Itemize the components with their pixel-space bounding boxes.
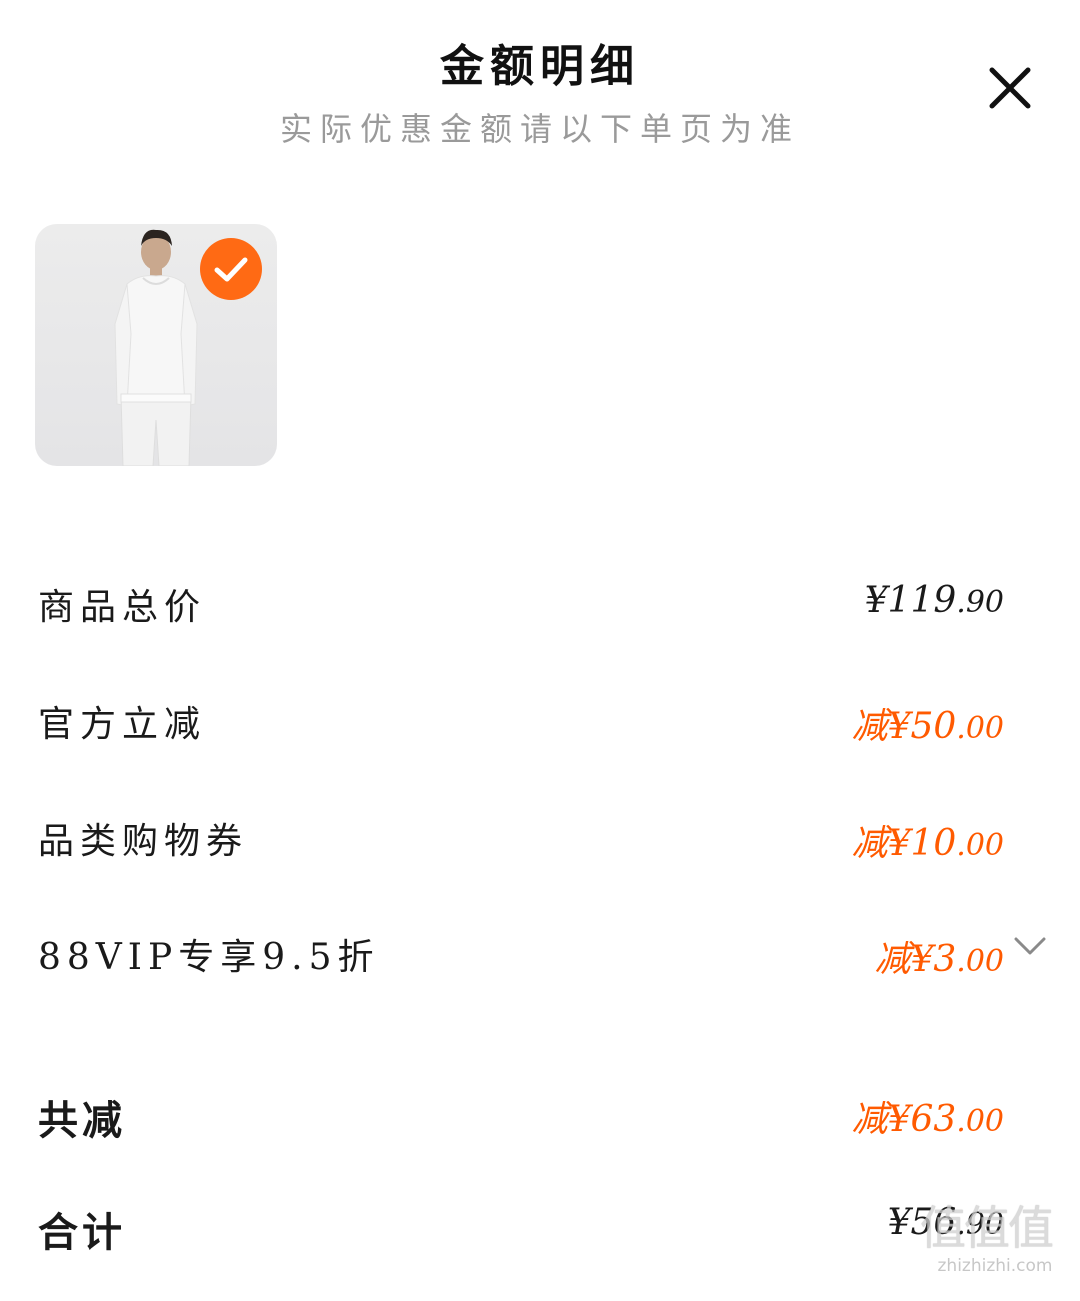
amount-cents: .90 <box>956 585 1004 620</box>
row-label: 官方立减 <box>38 704 207 745</box>
discount-prefix: 减 <box>851 706 888 747</box>
price-row-88vip[interactable]: 88VIP专享9.5折 减¥3.00 <box>0 928 1080 988</box>
price-row-subtotal: 商品总价 ¥119.90 <box>0 578 1080 638</box>
watermark-logo: 值值值 <box>920 1201 1054 1255</box>
amount-cents: .00 <box>956 711 1004 746</box>
row-label: 商品总价 <box>38 587 207 628</box>
page-title: 金额明细 <box>440 41 640 92</box>
page-subtitle: 实际优惠金额请以下单页为准 <box>279 110 800 148</box>
amount-main: ¥63 <box>887 1099 957 1140</box>
row-amount: 减¥10.00 <box>852 814 1004 866</box>
close-button[interactable] <box>984 62 1036 114</box>
summary-label: 共减 <box>38 1097 126 1144</box>
selected-check-badge[interactable] <box>200 238 262 300</box>
price-row-category-coupon: 品类购物券 减¥10.00 <box>0 812 1080 872</box>
summary-total: 合计 ¥56.90 <box>0 1200 1080 1260</box>
row-label: 88VIP专享9.5折 <box>38 937 380 978</box>
amount-cents: .00 <box>956 944 1004 979</box>
summary-total-discount: 共减 减¥63.00 <box>0 1088 1080 1148</box>
discount-prefix: 减 <box>851 823 888 864</box>
watermark-site: zhizhizhi.com <box>937 1256 1053 1276</box>
row-amount: 减¥50.00 <box>852 697 1004 749</box>
row-label: 品类购物券 <box>38 821 249 862</box>
amount-main: ¥119 <box>864 580 957 621</box>
summary-amount: 减¥63.00 <box>852 1090 1004 1142</box>
check-icon <box>214 257 248 282</box>
row-amount: 减¥3.00 <box>874 930 1004 982</box>
amount-main: ¥10 <box>887 823 957 864</box>
amount-cents: .00 <box>956 828 1004 863</box>
close-icon <box>989 67 1031 109</box>
discount-prefix: 减 <box>874 939 911 980</box>
watermark: 值值值 zhizhizhi.com <box>920 1200 1070 1296</box>
row-amount: ¥119.90 <box>865 580 1004 621</box>
amount-main: ¥50 <box>887 706 957 747</box>
amount-cents: .00 <box>956 1104 1004 1139</box>
price-row-official-discount: 官方立减 减¥50.00 <box>0 695 1080 755</box>
amount-detail-sheet: 金额明细 实际优惠金额请以下单页为准 商品总价 ¥119.90 官方立减 减¥5… <box>0 0 1080 1301</box>
chevron-down-icon[interactable] <box>1012 934 1048 958</box>
discount-prefix: 减 <box>851 1099 888 1140</box>
amount-main: ¥3 <box>910 939 957 980</box>
summary-label: 合计 <box>38 1209 126 1256</box>
